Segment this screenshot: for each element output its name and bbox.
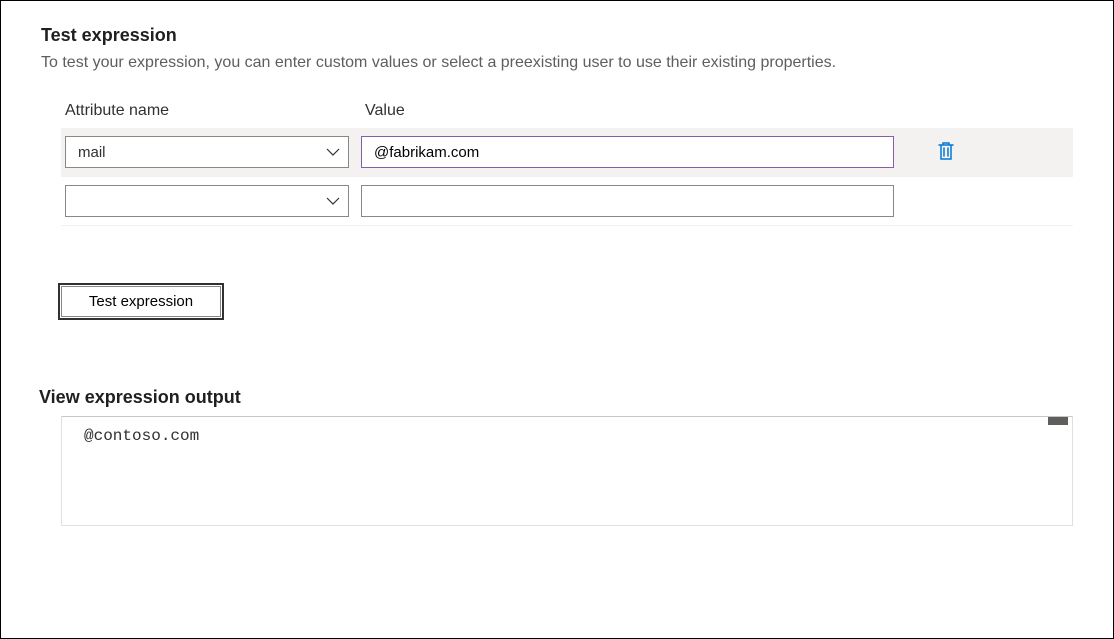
table-header-row: Attribute name Value (61, 102, 1073, 128)
test-expression-description: To test your expression, you can enter c… (41, 54, 1073, 72)
test-expression-title: Test expression (41, 25, 1073, 46)
value-input[interactable] (361, 185, 894, 217)
expression-output-box[interactable]: @contoso.com (61, 416, 1073, 526)
column-attribute-name-header: Attribute name (61, 102, 361, 120)
value-input[interactable] (361, 136, 894, 168)
attribute-name-select[interactable]: mail (65, 136, 349, 168)
expression-output-value: @contoso.com (84, 427, 199, 445)
attribute-name-select-value[interactable]: mail (65, 136, 349, 168)
attribute-table: Attribute name Value mail (61, 102, 1073, 226)
test-expression-button[interactable]: Test expression (61, 286, 221, 317)
scroll-indicator (1048, 417, 1068, 425)
trash-icon (937, 141, 955, 164)
attribute-name-select[interactable] (65, 185, 349, 217)
column-value-header: Value (361, 102, 405, 120)
table-row (61, 177, 1073, 226)
attribute-name-select-value[interactable] (65, 185, 349, 217)
view-expression-output-title: View expression output (39, 387, 1073, 408)
delete-row-button[interactable] (933, 137, 959, 168)
table-row: mail (61, 128, 1073, 177)
